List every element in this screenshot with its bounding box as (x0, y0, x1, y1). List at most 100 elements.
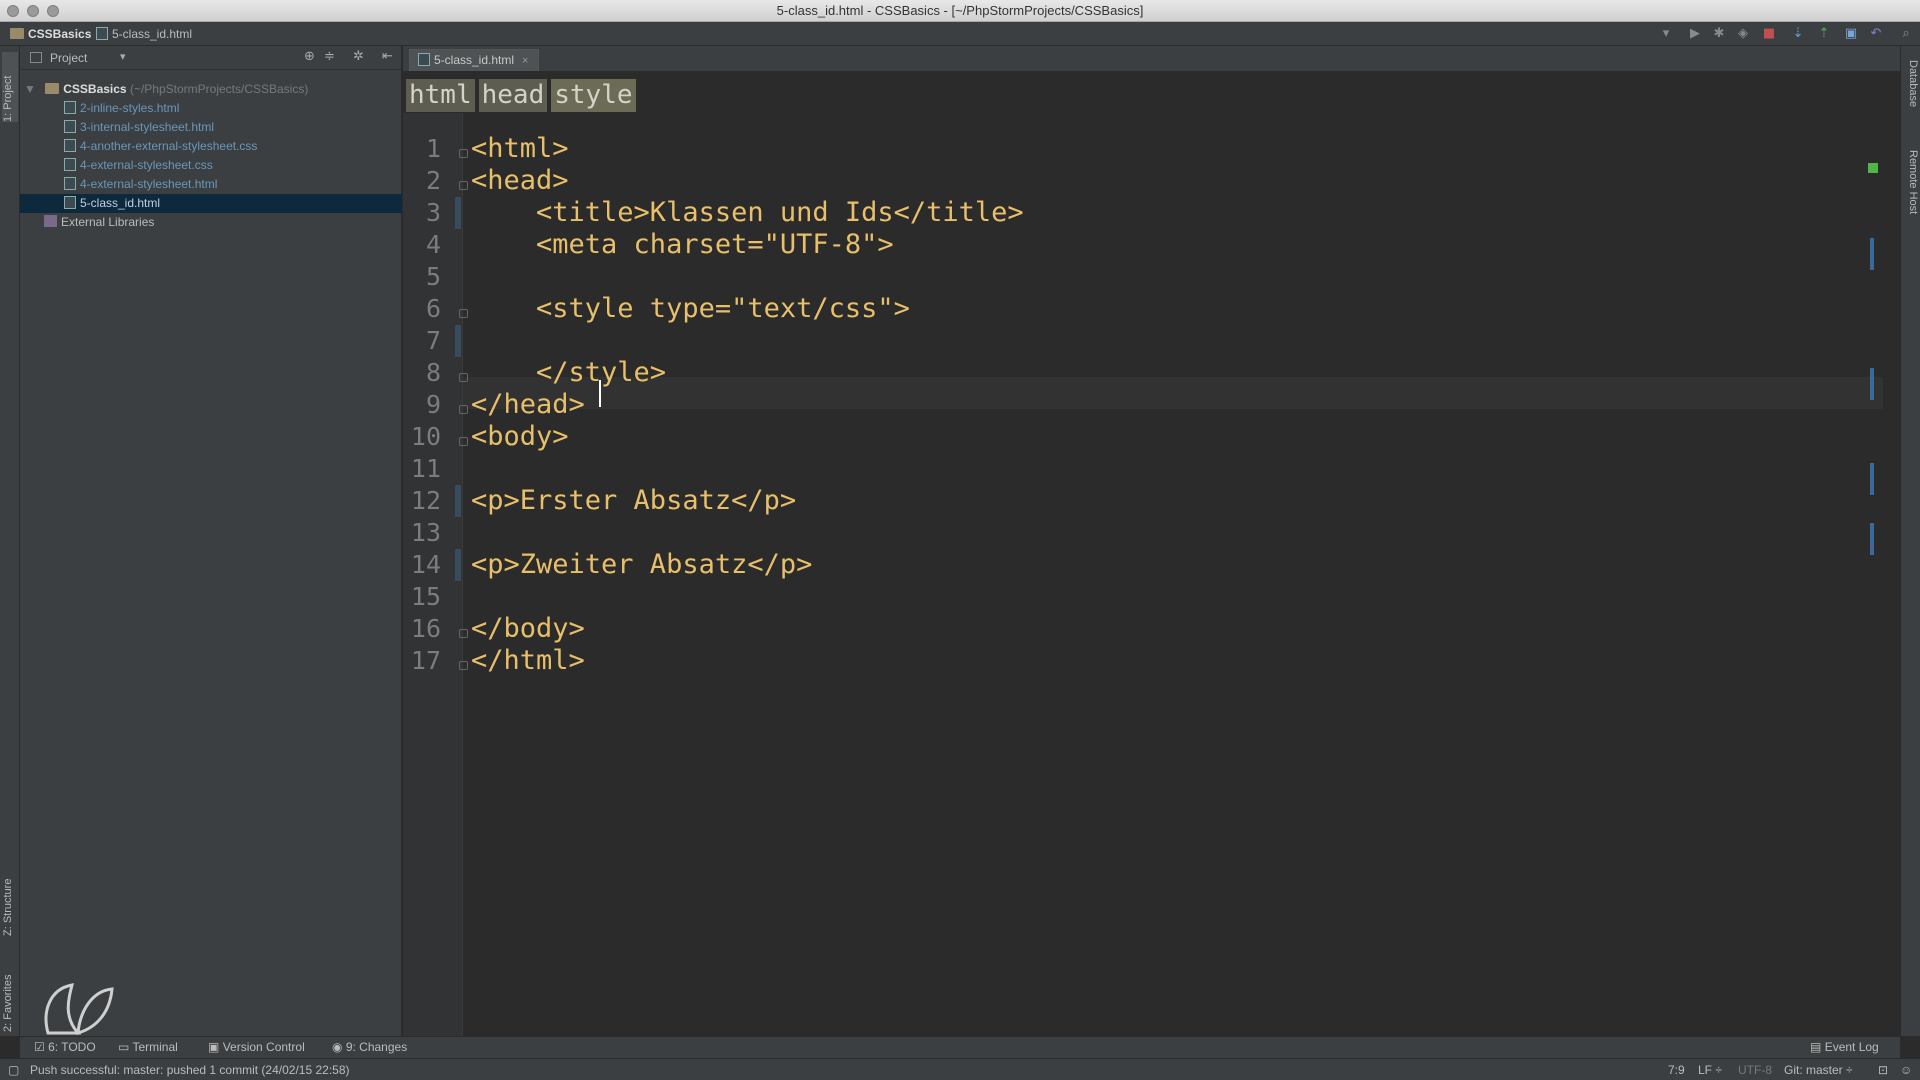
vcs-change-marker[interactable] (455, 485, 461, 517)
line-number[interactable]: 6 (403, 293, 441, 325)
toggle-tool-windows-icon[interactable]: ▢ (8, 1063, 19, 1077)
line-number[interactable]: 4 (403, 229, 441, 261)
line-number[interactable]: 11 (403, 453, 441, 485)
tab-remote-host-toolwindow[interactable]: Remote Host (1903, 150, 1919, 250)
code-line[interactable]: <p>Erster Absatz</p> (471, 485, 796, 517)
fold-icon[interactable] (459, 437, 468, 446)
vcs-change-marker[interactable] (455, 325, 461, 357)
breadcrumb-style[interactable]: style (551, 79, 636, 112)
change-marker[interactable] (1870, 238, 1874, 270)
search-everywhere-icon[interactable]: ⌕ (1898, 27, 1914, 41)
fold-icon[interactable] (459, 629, 468, 638)
tree-file-item[interactable]: 4-another-external-stylesheet.css (20, 137, 402, 156)
vcs-commit-icon[interactable]: ⇡ (1816, 27, 1832, 41)
terminal-tool-button[interactable]: ▭ Terminal (118, 1040, 178, 1054)
line-number[interactable]: 9 (403, 389, 441, 421)
code-line[interactable]: <body> (471, 421, 569, 453)
vcs-change-marker[interactable] (455, 197, 461, 229)
line-number[interactable]: 13 (403, 517, 441, 549)
lock-icon[interactable]: ⊡ (1878, 1063, 1888, 1077)
git-branch[interactable]: Git: master ÷ (1784, 1063, 1853, 1077)
collapse-all-icon[interactable]: ≑ (324, 49, 335, 64)
code-line[interactable]: <title>Klassen und Ids</title> (471, 197, 1024, 229)
file-encoding[interactable]: UTF-8 (1738, 1063, 1772, 1077)
tab-structure-toolwindow[interactable]: Z: Structure (2, 836, 18, 936)
code-line[interactable]: </body> (471, 613, 585, 645)
tree-file-item[interactable]: 3-internal-stylesheet.html (20, 118, 402, 137)
tab-database-toolwindow[interactable]: Database (1903, 60, 1919, 140)
breadcrumb-html[interactable]: html (406, 79, 475, 112)
line-separator[interactable]: LF ÷ (1698, 1063, 1722, 1077)
breadcrumb-head[interactable]: head (478, 79, 548, 112)
fold-icon[interactable] (459, 661, 468, 670)
html-file-icon (64, 120, 76, 133)
code-line[interactable]: <meta charset="UTF-8"> (471, 229, 894, 261)
change-marker[interactable] (1870, 463, 1874, 495)
status-message[interactable]: Push successful: master: pushed 1 commit… (30, 1063, 350, 1077)
code-line[interactable]: </head> (471, 389, 585, 421)
folder-icon (10, 28, 24, 39)
coverage-icon[interactable]: ◈ (1735, 27, 1751, 41)
code-line[interactable]: <html> (471, 133, 569, 165)
line-number[interactable]: 1 (403, 133, 441, 165)
caret-position[interactable]: 7:9 (1668, 1063, 1685, 1077)
todo-tool-button[interactable]: ☑ 6: TODO (34, 1040, 96, 1054)
fold-icon[interactable] (459, 309, 468, 318)
tree-root[interactable]: ▼ CSSBasics (~/PhpStormProjects/CSSBasic… (20, 80, 402, 99)
changes-tool-button[interactable]: ◉ 9: Changes (332, 1040, 407, 1054)
tree-file-item[interactable]: 4-external-stylesheet.css (20, 156, 402, 175)
code-line[interactable]: <p>Zweiter Absatz</p> (471, 549, 812, 581)
tree-file-item[interactable]: 2-inline-styles.html (20, 99, 402, 118)
line-number[interactable]: 10 (403, 421, 441, 453)
fold-icon[interactable] (459, 373, 468, 382)
line-number[interactable]: 15 (403, 581, 441, 613)
analysis-ok-icon (1868, 163, 1878, 173)
change-marker[interactable] (1870, 523, 1874, 555)
code-editor[interactable]: html head style 1 2 3 4 5 6 7 8 9 10 11 12 13 14 15 16 1… (403, 73, 1900, 1036)
code-line[interactable]: <head> (471, 165, 569, 197)
line-number[interactable]: 14 (403, 549, 441, 581)
line-number[interactable]: 7 (403, 325, 441, 357)
vcs-compare-icon[interactable]: ▣ (1843, 27, 1859, 41)
line-number[interactable]: 16 (403, 613, 441, 645)
tab-project-toolwindow[interactable]: 1: Project (2, 52, 18, 122)
tree-external-libraries[interactable]: External Libraries (20, 213, 402, 232)
line-number[interactable]: 5 (403, 261, 441, 293)
nav-crumb-project[interactable]: CSSBasics (10, 27, 91, 41)
line-number[interactable]: 8 (403, 357, 441, 389)
tab-favorites-toolwindow[interactable]: 2: Favorites (2, 942, 18, 1032)
vcs-update-icon[interactable]: ⇣ (1790, 27, 1806, 41)
stop-icon[interactable]: ■ (1761, 27, 1777, 41)
fold-icon[interactable] (459, 149, 468, 158)
nav-crumb-file[interactable]: 5-class_id.html (96, 27, 192, 41)
run-icon[interactable]: ▶ (1687, 27, 1703, 41)
close-tab-icon[interactable]: × (522, 55, 528, 67)
version-control-tool-button[interactable]: ▣ Version Control (208, 1040, 305, 1054)
vcs-change-marker[interactable] (455, 549, 461, 581)
editor-tab-active[interactable]: 5-class_id.html × (409, 49, 540, 71)
project-view-selector[interactable]: Project (50, 51, 87, 65)
line-number[interactable]: 12 (403, 485, 441, 517)
vcs-revert-icon[interactable]: ↶ (1868, 27, 1884, 41)
hide-panel-icon[interactable]: ⇤ (382, 49, 393, 64)
fold-icon[interactable] (459, 405, 468, 414)
expand-arrow-icon[interactable]: ▼ (24, 82, 36, 96)
left-tool-strip: 1: Project Z: Structure 2: Favorites (0, 46, 20, 1036)
tree-file-item-selected[interactable]: 5-class_id.html (20, 194, 402, 213)
scroll-from-source-icon[interactable]: ⊕ (304, 49, 315, 64)
code-line[interactable]: </style> (471, 357, 666, 389)
tree-file-item[interactable]: 4-external-stylesheet.html (20, 175, 402, 194)
fold-icon[interactable] (459, 181, 468, 190)
code-line[interactable]: </html> (471, 645, 585, 677)
change-marker[interactable] (1870, 368, 1874, 400)
run-config-dropdown-icon[interactable]: ▾ (1658, 27, 1674, 41)
event-log-button[interactable]: ▤ Event Log (1810, 1040, 1879, 1054)
line-number[interactable]: 17 (403, 645, 441, 677)
chevron-down-icon[interactable]: ▾ (120, 50, 126, 63)
debug-icon[interactable]: ✱ (1711, 27, 1727, 41)
line-number[interactable]: 3 (403, 197, 441, 229)
gear-icon[interactable]: ✲ (353, 49, 364, 64)
code-line[interactable]: <style type="text/css"> (471, 293, 910, 325)
inspector-icon[interactable]: ☺ (1900, 1063, 1912, 1077)
line-number[interactable]: 2 (403, 165, 441, 197)
